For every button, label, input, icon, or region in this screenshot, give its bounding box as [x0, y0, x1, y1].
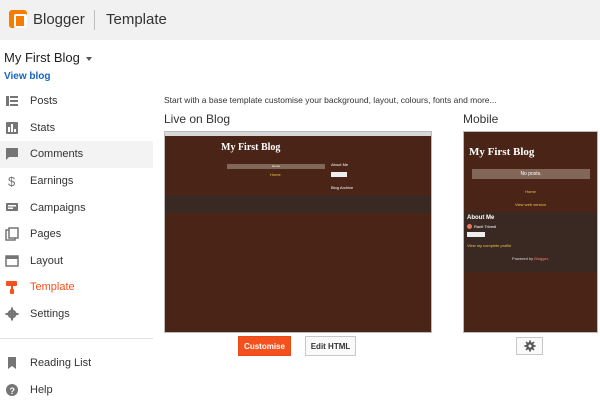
- sidebar-item-label: Reading List: [30, 357, 92, 370]
- preview-home-link: Home: [270, 172, 281, 177]
- preview-footer-band: [165, 195, 431, 213]
- section-title: Template: [106, 11, 167, 28]
- sidebar-item-label: Settings: [30, 308, 70, 321]
- template-icon: [6, 281, 17, 295]
- sidebar-item-label: Earnings: [30, 175, 74, 188]
- blog-selector[interactable]: My First Blog: [4, 50, 92, 65]
- sidebar-item-layout[interactable]: Layout: [0, 248, 153, 275]
- mobile-template-preview[interactable]: My First Blog No posts. Home View web ve…: [463, 131, 598, 333]
- stats-icon: [6, 121, 18, 134]
- sidebar-item-label: Posts: [30, 95, 58, 108]
- sidebar-item-comments[interactable]: Comments: [0, 141, 153, 168]
- help-icon: ?: [6, 383, 18, 396]
- mobile-home-link: Home: [525, 189, 536, 194]
- preview-browser-bar: [165, 132, 431, 136]
- blog-name: My First Blog: [4, 50, 80, 65]
- blogger-logo-icon[interactable]: [9, 10, 27, 28]
- mobile-settings-button[interactable]: [516, 337, 543, 355]
- app-title[interactable]: Blogger: [33, 11, 85, 28]
- settings-icon: [5, 307, 19, 321]
- sidebar-item-settings[interactable]: Settings: [0, 301, 153, 328]
- mobile-author-name: Ranit Trivedi: [474, 224, 497, 229]
- mobile-profile-link: View my complete profile: [467, 243, 512, 248]
- mobile-powered-suffix: .: [547, 256, 549, 261]
- preview-archive-heading: Blog Archive: [331, 185, 354, 190]
- sidebar-item-label: Campaigns: [30, 201, 86, 214]
- chevron-down-icon: [85, 56, 92, 61]
- sidebar-item-label: Help: [30, 383, 53, 396]
- preview-blog-title: My First Blog: [221, 142, 281, 153]
- live-template-preview[interactable]: My First Blog Home Home About Me Blog Ar…: [164, 131, 432, 333]
- gear-icon: [523, 340, 536, 352]
- mobile-heading: Mobile: [463, 112, 499, 126]
- layout-icon: [5, 254, 19, 267]
- header-divider: [94, 10, 95, 30]
- mobile-powered-prefix: Powered by: [512, 256, 535, 261]
- mobile-author-avatar: [467, 224, 472, 229]
- earnings-icon: $: [8, 174, 16, 188]
- mobile-blog-title: My First Blog: [469, 146, 535, 158]
- sidebar-item-pages[interactable]: Pages: [0, 221, 153, 248]
- sidebar-divider: [0, 338, 153, 339]
- live-on-blog-heading: Live on Blog: [164, 112, 231, 126]
- sidebar-item-campaigns[interactable]: Campaigns: [0, 194, 153, 221]
- top-bar: Blogger Template: [0, 0, 600, 40]
- pages-icon: [5, 227, 19, 241]
- edit-html-button[interactable]: Edit HTML: [305, 336, 356, 356]
- mobile-follow-box: [467, 232, 485, 237]
- mobile-powered-text: Powered by Blogger.: [464, 256, 597, 261]
- sidebar-item-label: Layout: [30, 254, 64, 267]
- mobile-web-version-link: View web version: [514, 202, 547, 207]
- sidebar-item-reading-list[interactable]: Reading List: [0, 350, 153, 377]
- intro-text: Start with a base template customise you…: [164, 95, 497, 105]
- view-blog-link[interactable]: View blog: [4, 71, 51, 82]
- sidebar-item-stats[interactable]: Stats: [0, 115, 153, 142]
- sidebar-item-label: Template: [30, 281, 75, 294]
- customise-button[interactable]: Customise: [238, 336, 291, 356]
- mobile-no-posts: No posts.: [472, 169, 590, 179]
- sidebar-item-label: Stats: [30, 121, 56, 134]
- mobile-powered-brand: Blogger: [534, 256, 548, 261]
- sidebar-item-label: Pages: [30, 228, 62, 241]
- svg-text:$: $: [8, 174, 16, 188]
- sidebar-nav: Posts Stats Comments $ Earnings Campaign…: [0, 88, 153, 327]
- mobile-about-heading: About Me: [467, 215, 495, 221]
- comments-icon: [6, 148, 18, 161]
- preview-about-heading: About Me: [331, 162, 349, 167]
- campaigns-icon: [6, 203, 18, 212]
- posts-icon: [6, 96, 18, 106]
- sidebar-item-earnings[interactable]: $ Earnings: [0, 168, 153, 195]
- sidebar-item-label: Comments: [30, 148, 84, 161]
- sidebar-secondary: Reading List ? Help: [0, 350, 153, 403]
- sidebar-item-help[interactable]: ? Help: [0, 377, 153, 403]
- preview-nav-tab: Home: [227, 164, 325, 169]
- mobile-footer-band: [464, 212, 597, 272]
- bookmark-icon: [8, 357, 16, 369]
- preview-follow-box: [331, 172, 347, 177]
- sidebar-item-template[interactable]: Template: [0, 274, 153, 301]
- sidebar-item-posts[interactable]: Posts: [0, 88, 153, 115]
- svg-text:?: ?: [10, 386, 16, 396]
